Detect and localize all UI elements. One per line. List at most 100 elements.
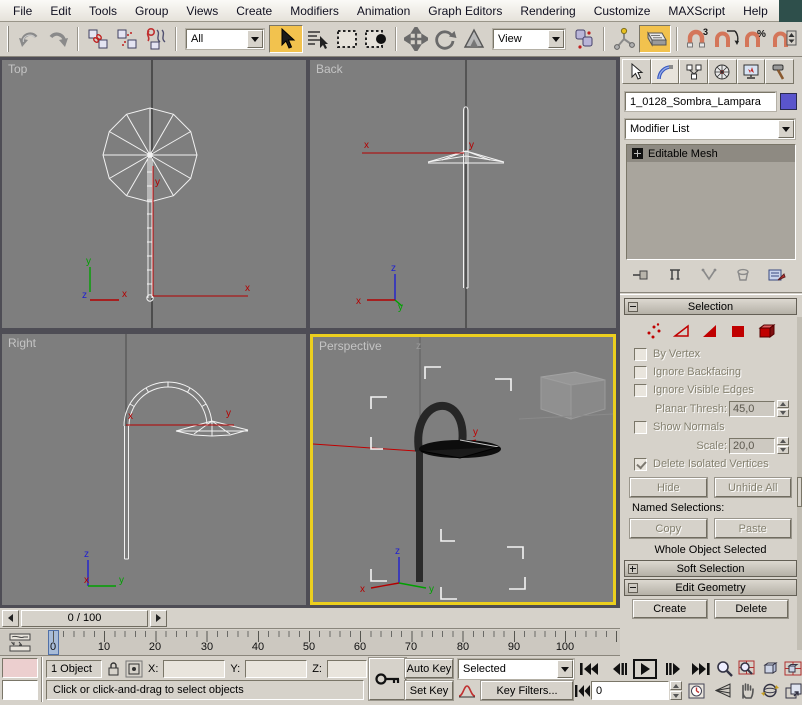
configure-modifier-sets-button[interactable] (766, 265, 788, 285)
menu-tools[interactable]: Tools (80, 1, 126, 21)
ignore-visible-edges-checkbox-row[interactable]: Ignore Visible Edges (626, 381, 795, 399)
object-name-field[interactable]: 1_0128_Sombra_Lampara (625, 92, 776, 111)
polygon-subobject-button[interactable] (729, 322, 747, 340)
collapse-plus-icon[interactable] (628, 564, 638, 574)
go-to-start-button[interactable] (577, 659, 601, 678)
z-coordinate-field[interactable] (327, 660, 367, 678)
stack-item-editable-mesh[interactable]: Editable Mesh (627, 145, 795, 162)
tab-motion[interactable] (708, 59, 737, 84)
ignore-backfacing-checkbox-row[interactable]: Ignore Backfacing (626, 363, 795, 381)
percent-snap-toggle-button[interactable]: % (741, 25, 769, 53)
open-mini-curve-editor-button[interactable] (7, 633, 33, 653)
edge-subobject-button[interactable] (673, 322, 691, 340)
normals-scale-spinner[interactable] (777, 437, 789, 454)
selection-lock-icon[interactable] (107, 661, 120, 677)
menu-graph-editors[interactable]: Graph Editors (419, 1, 511, 21)
panel-scroll-handle[interactable] (797, 477, 802, 507)
redo-button[interactable] (44, 25, 72, 53)
dropdown-arrow-icon[interactable] (778, 120, 794, 138)
element-subobject-button[interactable] (757, 322, 777, 340)
menu-customize[interactable]: Customize (585, 1, 660, 21)
tab-create[interactable] (622, 59, 651, 84)
collapse-minus-icon[interactable] (628, 583, 638, 593)
show-normals-checkbox[interactable] (634, 421, 647, 434)
menu-modifiers[interactable]: Modifiers (281, 1, 348, 21)
maxscript-listener-input[interactable] (2, 680, 38, 700)
x-coordinate-field[interactable] (163, 660, 225, 678)
ignore-visible-edges-checkbox[interactable] (634, 384, 647, 397)
menu-animation[interactable]: Animation (348, 1, 419, 21)
selection-filter-dropdown[interactable]: All (186, 29, 264, 49)
play-animation-button[interactable] (633, 659, 657, 679)
menu-edit[interactable]: Edit (41, 1, 80, 21)
modifier-stack[interactable]: Editable Mesh (626, 144, 796, 260)
pin-stack-button[interactable] (630, 265, 652, 285)
zoom-extents-button[interactable] (759, 659, 781, 678)
show-normals-checkbox-row[interactable]: Show Normals (626, 418, 795, 436)
copy-button[interactable]: Copy (630, 519, 707, 538)
next-frame-arrow[interactable] (150, 610, 167, 627)
viewport-right-label[interactable]: Right (8, 336, 36, 350)
track-bar[interactable]: 0 10 20 30 40 50 60 70 80 90 100 (0, 630, 620, 656)
set-keys-button[interactable] (369, 658, 406, 700)
maximize-viewport-toggle-button[interactable] (782, 681, 802, 700)
frame-spinner[interactable] (670, 681, 682, 700)
time-slider[interactable]: 0 / 100 (21, 610, 148, 627)
select-object-button[interactable] (269, 25, 303, 53)
create-button[interactable]: Create (633, 600, 707, 618)
default-in-out-tangent-button[interactable] (457, 681, 477, 700)
rectangular-selection-region-button[interactable] (333, 25, 361, 53)
go-to-end-button[interactable] (689, 659, 713, 678)
viewport-perspective-active[interactable]: Perspective z y (310, 334, 616, 605)
undo-button[interactable] (15, 25, 43, 53)
maxscript-mini-listener[interactable] (2, 658, 38, 678)
tab-display[interactable] (737, 59, 766, 84)
menu-views[interactable]: Views (177, 1, 227, 21)
arc-rotate-button[interactable] (759, 681, 781, 700)
lamp-object[interactable] (416, 406, 501, 582)
viewport-top[interactable]: Top y x y (2, 60, 306, 328)
key-filter-set-dropdown[interactable]: Selected (458, 659, 574, 679)
paste-button[interactable]: Paste (715, 519, 792, 538)
planar-thresh-field[interactable]: 45,0 (729, 401, 775, 417)
menu-file[interactable]: File (4, 1, 41, 21)
tab-modify[interactable] (651, 59, 680, 84)
timeline-ruler[interactable]: 0 10 20 30 40 50 60 70 80 90 100 (36, 630, 620, 656)
toolbar-grip[interactable] (7, 26, 9, 52)
menu-maxscript[interactable]: MAXScript (659, 1, 734, 21)
pan-button[interactable] (736, 681, 758, 700)
time-configuration-button[interactable] (685, 681, 707, 700)
reference-coordinate-dropdown[interactable]: View (493, 29, 565, 49)
delete-isolated-vertices-row[interactable]: Delete Isolated Vertices (626, 455, 795, 473)
angle-snap-toggle-button[interactable] (712, 25, 740, 53)
menu-help[interactable]: Help (734, 1, 777, 21)
previous-frame-arrow[interactable] (2, 610, 19, 627)
by-vertex-checkbox[interactable] (634, 348, 647, 361)
menu-create[interactable]: Create (227, 1, 281, 21)
select-and-manipulate-button[interactable] (610, 25, 638, 53)
edit-geometry-header[interactable]: Edit Geometry (624, 579, 797, 596)
modifier-list-dropdown[interactable]: Modifier List (625, 119, 795, 139)
bind-to-space-warp-button[interactable] (142, 25, 170, 53)
viewport-back-label[interactable]: Back (316, 62, 343, 76)
use-pivot-center-button[interactable] (570, 25, 598, 53)
soft-selection-header[interactable]: Soft Selection (624, 560, 797, 577)
field-of-view-button[interactable] (713, 681, 735, 700)
keyboard-override-toggle-button[interactable] (639, 25, 671, 53)
select-and-scale-button[interactable] (460, 25, 488, 53)
face-subobject-button[interactable] (701, 322, 719, 340)
collapse-minus-icon[interactable] (628, 302, 638, 312)
selection-rollout-header[interactable]: Selection (624, 298, 797, 315)
by-vertex-checkbox-row[interactable]: By Vertex (626, 345, 795, 363)
key-filters-button[interactable]: Key Filters... (481, 681, 573, 700)
next-frame-button[interactable] (661, 659, 685, 678)
y-coordinate-field[interactable] (245, 660, 307, 678)
select-and-link-button[interactable] (84, 25, 112, 53)
set-key-button[interactable]: Set Key (405, 681, 453, 700)
viewport-back[interactable]: Back x y z x y (310, 60, 616, 328)
absolute-offset-toggle-icon[interactable] (125, 660, 143, 678)
zoom-all-button[interactable] (736, 659, 758, 678)
dropdown-arrow-icon[interactable] (247, 30, 263, 48)
delete-isolated-vertices-checkbox[interactable] (634, 458, 647, 471)
select-and-rotate-button[interactable] (431, 25, 459, 53)
